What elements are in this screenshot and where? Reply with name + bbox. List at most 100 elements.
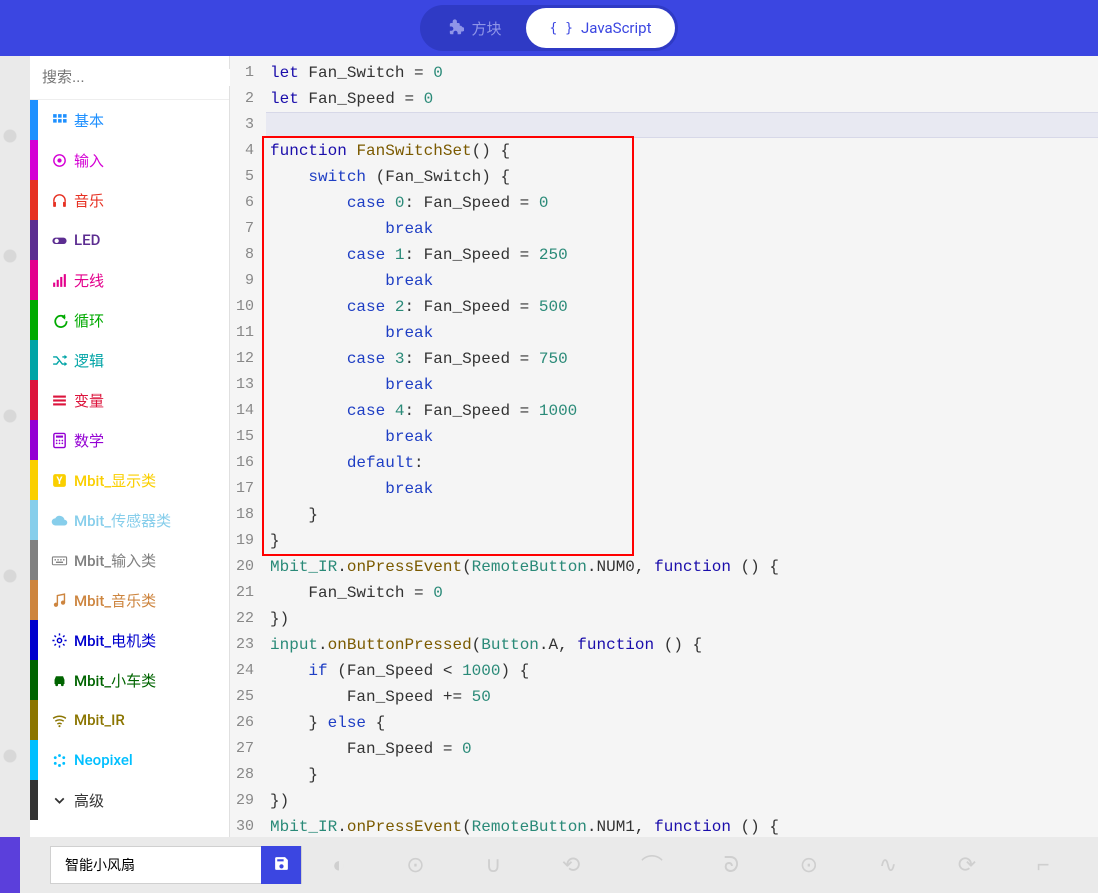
category-color-bar: [30, 260, 38, 300]
code-line[interactable]: case 2: Fan_Speed = 500: [270, 294, 1098, 320]
category-music[interactable]: 音乐: [30, 180, 229, 220]
category-label: Mbit_IR: [74, 711, 125, 729]
category-label: LED: [74, 231, 100, 249]
code-line[interactable]: if (Fan_Speed < 1000) {: [270, 658, 1098, 684]
category-variables[interactable]: 变量: [30, 380, 229, 420]
code-line[interactable]: case 1: Fan_Speed = 250: [270, 242, 1098, 268]
code-line[interactable]: Mbit_IR.onPressEvent(RemoteButton.NUM1, …: [270, 814, 1098, 837]
code-line[interactable]: [270, 112, 1098, 138]
signal-icon: [44, 272, 74, 289]
category-color-bar: [30, 660, 38, 700]
code-line[interactable]: case 4: Fan_Speed = 1000: [270, 398, 1098, 424]
category-mbit_input[interactable]: Mbit_输入类: [30, 540, 229, 580]
code-line[interactable]: break: [270, 216, 1098, 242]
code-line[interactable]: break: [270, 424, 1098, 450]
category-color-bar: [30, 420, 38, 460]
category-label: Mbit_电机类: [74, 630, 156, 651]
main: 基本输入音乐 LED 无线循环逻辑变量数学 YMbit_显示类 Mbit_传感器类 Mbi…: [0, 56, 1098, 837]
category-mbit_display[interactable]: YMbit_显示类: [30, 460, 229, 500]
code-line[interactable]: break: [270, 268, 1098, 294]
headphones-icon: [44, 192, 74, 209]
code-line[interactable]: }): [270, 788, 1098, 814]
code-line[interactable]: }: [270, 762, 1098, 788]
code-line[interactable]: switch (Fan_Switch) {: [270, 164, 1098, 190]
code-line[interactable]: default:: [270, 450, 1098, 476]
code-line[interactable]: case 3: Fan_Speed = 750: [270, 346, 1098, 372]
category-label: Mbit_传感器类: [74, 510, 171, 531]
calc-icon: [44, 432, 74, 449]
gear-icon: [44, 632, 74, 649]
search-input[interactable]: [42, 69, 241, 86]
code-line[interactable]: break: [270, 476, 1098, 502]
list-icon: [44, 392, 74, 409]
category-basic[interactable]: 基本: [30, 100, 229, 140]
category-list: 基本输入音乐 LED 无线循环逻辑变量数学 YMbit_显示类 Mbit_传感器类 Mbi…: [30, 100, 229, 837]
category-color-bar: [30, 500, 38, 540]
code-line[interactable]: } else {: [270, 710, 1098, 736]
category-math[interactable]: 数学: [30, 420, 229, 460]
save-button[interactable]: [261, 846, 301, 884]
code-line[interactable]: break: [270, 320, 1098, 346]
grid-icon: [44, 112, 74, 129]
code-editor[interactable]: 1234567891011121314151617181920212223242…: [230, 56, 1098, 837]
category-led[interactable]: LED: [30, 220, 229, 260]
code-line[interactable]: let Fan_Speed = 0: [270, 86, 1098, 112]
category-color-bar: [30, 620, 38, 660]
sidebar: 基本输入音乐 LED 无线循环逻辑变量数学 YMbit_显示类 Mbit_传感器类 Mbi…: [30, 56, 230, 837]
category-mbit_sensor[interactable]: Mbit_传感器类: [30, 500, 229, 540]
code-line[interactable]: Fan_Switch = 0: [270, 580, 1098, 606]
wifi-icon: [44, 712, 74, 729]
category-label: 音乐: [74, 190, 104, 211]
category-color-bar: [30, 540, 38, 580]
code-line[interactable]: }: [270, 502, 1098, 528]
tab-blocks-label: 方块: [472, 18, 502, 39]
category-input[interactable]: 输入: [30, 140, 229, 180]
category-label: Mbit_输入类: [74, 550, 156, 571]
project-name-input[interactable]: [51, 847, 261, 883]
save-icon: [273, 855, 290, 876]
target-icon: [44, 152, 74, 169]
puzzle-icon: [447, 18, 464, 39]
cloud-icon: [44, 512, 74, 529]
category-color-bar: [30, 700, 38, 740]
code-line[interactable]: Fan_Speed = 0: [270, 736, 1098, 762]
category-label: Mbit_小车类: [74, 670, 156, 691]
code-line[interactable]: case 0: Fan_Speed = 0: [270, 190, 1098, 216]
toggle-icon: [44, 232, 74, 249]
category-mbit_car[interactable]: Mbit_小车类: [30, 660, 229, 700]
code-line[interactable]: }): [270, 606, 1098, 632]
category-mbit_ir[interactable]: Mbit_IR: [30, 700, 229, 740]
editor-mode-tabs: 方块 { } JavaScript: [420, 5, 679, 51]
code-line[interactable]: break: [270, 372, 1098, 398]
code-line[interactable]: function FanSwitchSet() {: [270, 138, 1098, 164]
category-label: 循环: [74, 310, 104, 331]
category-mbit_motor[interactable]: Mbit_电机类: [30, 620, 229, 660]
category-radio[interactable]: 无线: [30, 260, 229, 300]
category-label: 无线: [74, 270, 104, 291]
category-color-bar: [30, 380, 38, 420]
code-line[interactable]: input.onButtonPressed(Button.A, function…: [270, 632, 1098, 658]
code-line[interactable]: }: [270, 528, 1098, 554]
category-neopixel[interactable]: Neopixel: [30, 740, 229, 780]
simulator-collapsed: [0, 56, 30, 837]
code-line[interactable]: Mbit_IR.onPressEvent(RemoteButton.NUM0, …: [270, 554, 1098, 580]
category-label: 输入: [74, 150, 104, 171]
code-line[interactable]: let Fan_Switch = 0: [270, 60, 1098, 86]
dots-icon: [44, 752, 74, 769]
category-label: 数学: [74, 430, 104, 451]
category-label: 高级: [74, 790, 104, 811]
category-color-bar: [30, 460, 38, 500]
category-logic[interactable]: 逻辑: [30, 340, 229, 380]
category-loops[interactable]: 循环: [30, 300, 229, 340]
code-content[interactable]: let Fan_Switch = 0let Fan_Speed = 0 funct…: [266, 56, 1098, 837]
tab-blocks[interactable]: 方块: [423, 8, 526, 48]
category-color-bar: [30, 180, 38, 220]
note-icon: [44, 592, 74, 609]
tab-javascript[interactable]: { } JavaScript: [526, 8, 676, 48]
code-line[interactable]: Fan_Speed += 50: [270, 684, 1098, 710]
category-mbit_music[interactable]: Mbit_音乐类: [30, 580, 229, 620]
line-gutter: 1234567891011121314151617181920212223242…: [230, 56, 266, 837]
shuffle-icon: [44, 352, 74, 369]
category-label: 基本: [74, 110, 104, 131]
category-advanced[interactable]: 高级: [30, 780, 229, 820]
